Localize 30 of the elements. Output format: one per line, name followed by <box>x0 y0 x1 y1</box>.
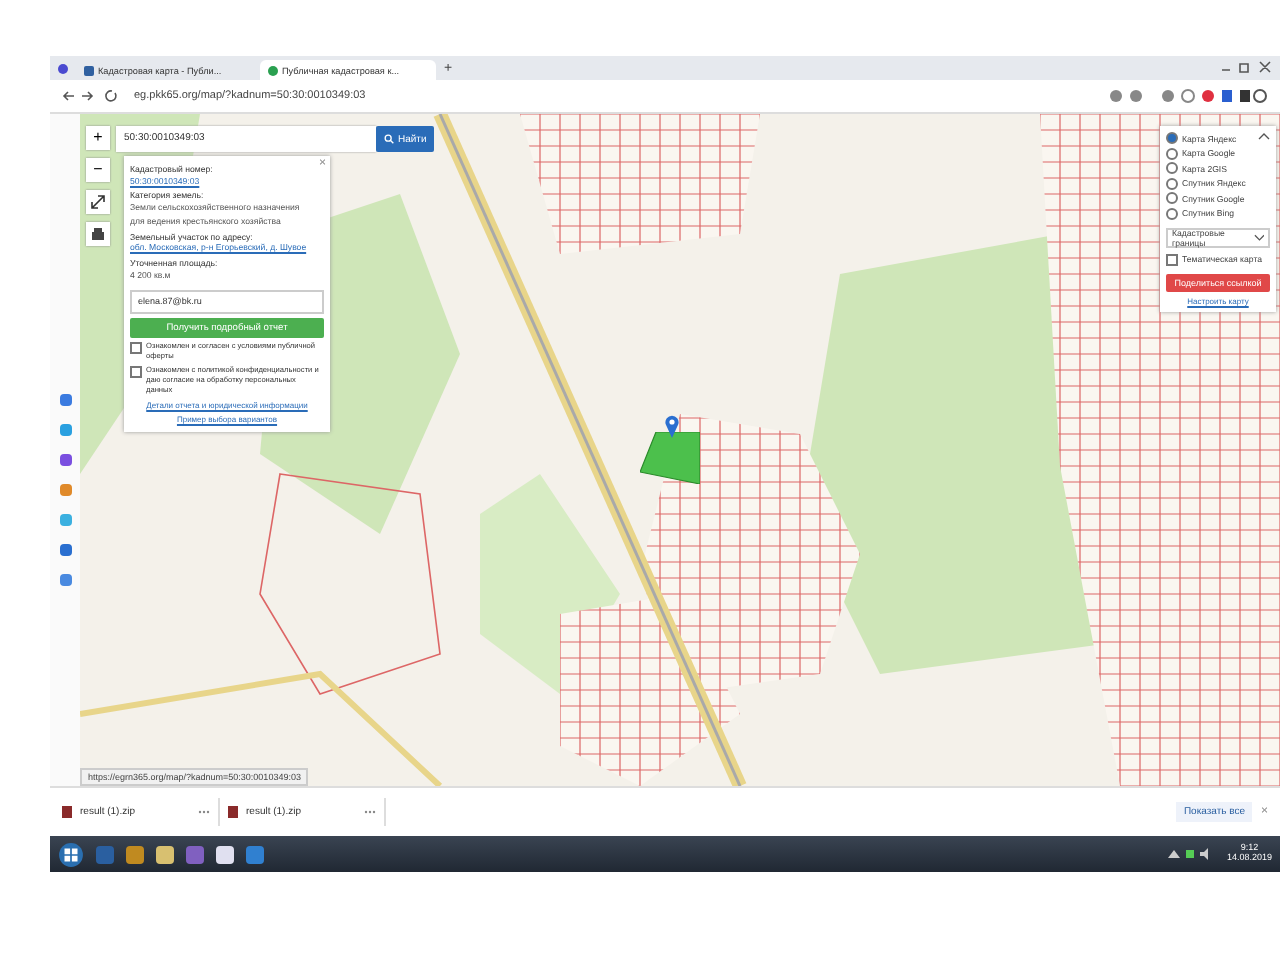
radio-button[interactable] <box>1166 132 1178 144</box>
start-button-icon[interactable] <box>58 841 84 867</box>
radio-button[interactable] <box>1166 177 1178 189</box>
radio-button[interactable] <box>1166 207 1178 219</box>
radio-button[interactable] <box>1166 192 1178 204</box>
extension-icons[interactable] <box>1108 88 1268 104</box>
radio-button[interactable] <box>1166 147 1178 159</box>
navigation-icon[interactable] <box>62 88 122 104</box>
radio-button[interactable] <box>1166 162 1178 174</box>
location-pin-icon <box>664 414 680 438</box>
search-icon <box>384 134 394 144</box>
app-icon[interactable] <box>59 394 71 406</box>
app-icon[interactable] <box>59 574 71 586</box>
checkbox[interactable] <box>130 342 142 355</box>
collapse-icon[interactable] <box>1258 132 1270 140</box>
app-icon[interactable] <box>59 484 71 496</box>
browser-logo-icon[interactable] <box>58 63 68 73</box>
fullscreen-icon[interactable] <box>86 190 110 214</box>
app-icon[interactable] <box>59 424 71 436</box>
app-icon[interactable] <box>59 454 71 466</box>
print-icon[interactable] <box>86 222 110 246</box>
caret-icon <box>1253 234 1264 242</box>
app-icon[interactable] <box>59 544 71 556</box>
app-icon[interactable] <box>59 514 71 526</box>
zoom-in-button[interactable]: + <box>86 126 110 150</box>
checkbox[interactable] <box>130 366 142 379</box>
zoom-out-button[interactable]: − <box>86 158 110 182</box>
checkbox[interactable] <box>1166 253 1178 265</box>
selected-parcel[interactable] <box>640 432 700 484</box>
window-controls-icon[interactable] <box>1220 60 1272 76</box>
